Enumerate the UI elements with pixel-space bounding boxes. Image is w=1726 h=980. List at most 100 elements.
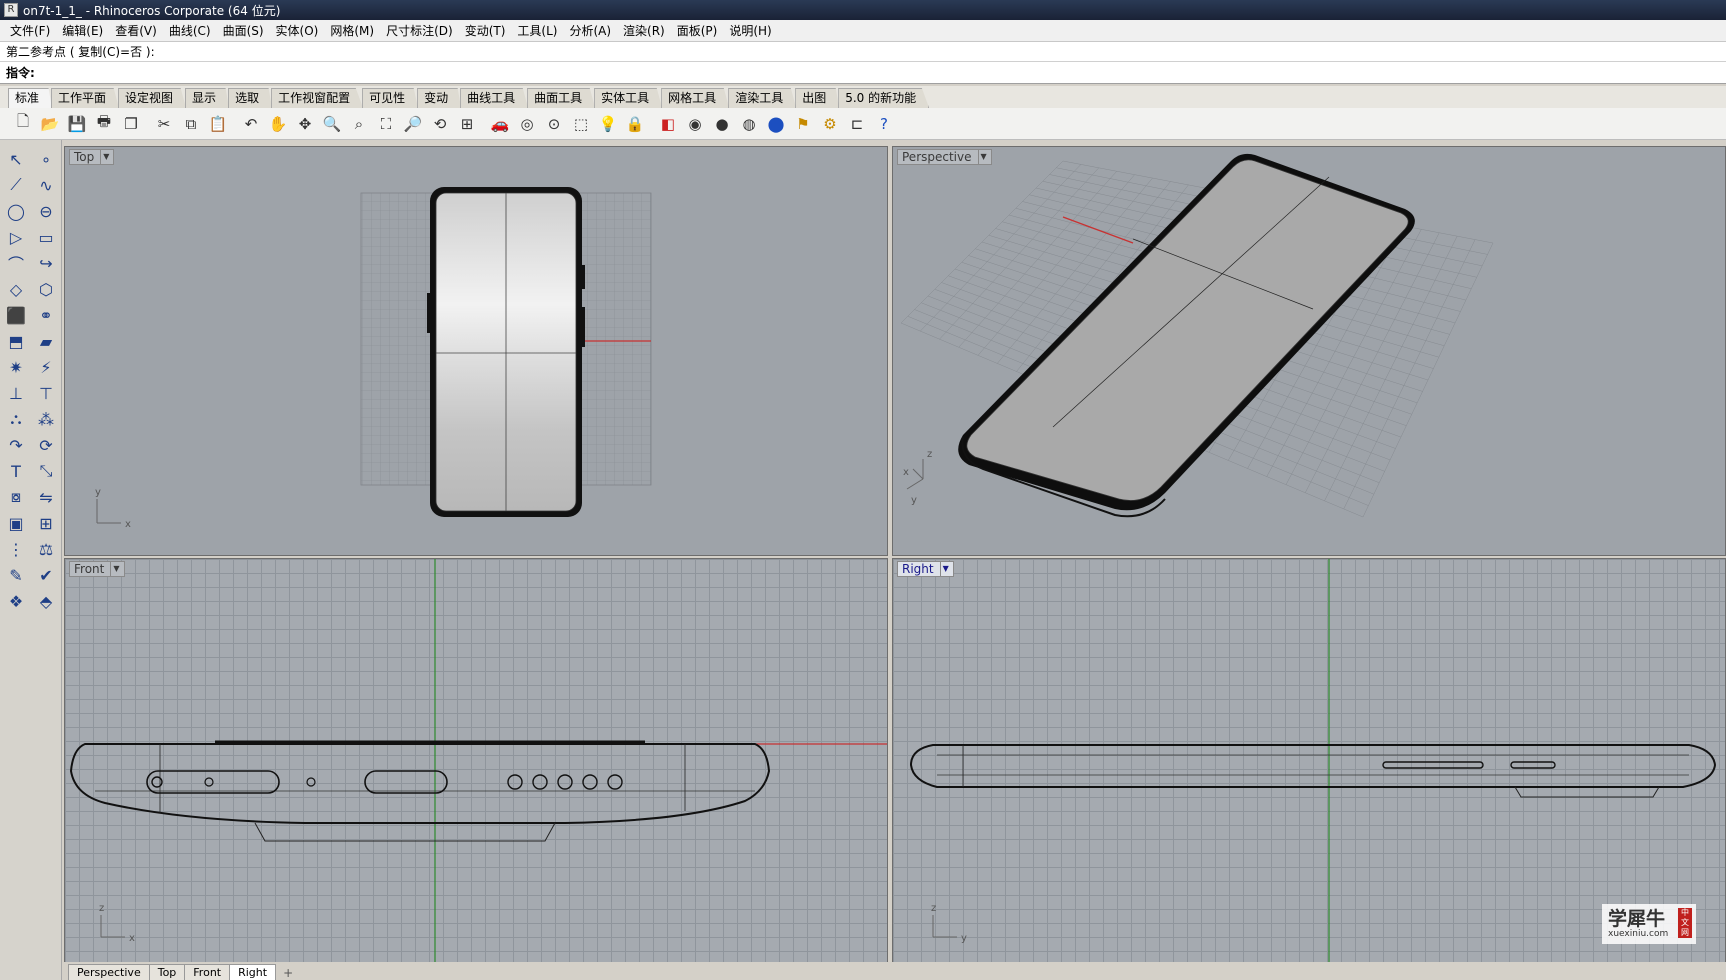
dimension-tool-icon[interactable]: ⊞ xyxy=(32,510,60,536)
new-file-icon[interactable]: 🗋 xyxy=(10,111,36,137)
ellipse-icon[interactable]: ⊖ xyxy=(32,198,60,224)
paint-icon[interactable]: ✎ xyxy=(2,562,30,588)
tab-viewport-layout[interactable]: 工作视窗配置 xyxy=(271,88,364,108)
menu-surface[interactable]: 曲面(S) xyxy=(217,22,270,39)
extrude-icon[interactable]: ⬒ xyxy=(2,328,30,354)
add-viewport-tab-icon[interactable]: + xyxy=(283,966,293,980)
viewport-top-label[interactable]: Top ▼ xyxy=(69,149,115,165)
plane-icon[interactable]: ▰ xyxy=(32,328,60,354)
copy-file-icon[interactable]: ❐ xyxy=(118,111,144,137)
menu-edit[interactable]: 编辑(E) xyxy=(56,22,109,39)
rendered-sphere-icon[interactable]: ◍ xyxy=(736,111,762,137)
point-icon[interactable]: ∘ xyxy=(32,146,60,172)
select-icon[interactable]: ⬚ xyxy=(568,111,594,137)
menu-panels[interactable]: 面板(P) xyxy=(671,22,724,39)
polyline-icon[interactable]: ⟋ xyxy=(2,172,30,198)
menu-transform[interactable]: 变动(T) xyxy=(459,22,512,39)
dropdown-caret-icon[interactable]: ▼ xyxy=(939,562,949,576)
menu-solid[interactable]: 实体(O) xyxy=(270,22,325,39)
car-icon[interactable]: 🚗 xyxy=(487,111,513,137)
solid-box-icon[interactable]: ▣ xyxy=(2,510,30,536)
tab-new-in-v5[interactable]: 5.0 的新功能 xyxy=(838,88,930,108)
box-icon[interactable]: ⬛ xyxy=(2,302,30,328)
tab-standard[interactable]: 标准 xyxy=(8,88,53,108)
pan-hand-icon[interactable]: ✋ xyxy=(265,111,291,137)
analysis-icon[interactable]: ⚖ xyxy=(32,536,60,562)
ungroup-icon[interactable]: ⁂ xyxy=(32,406,60,432)
viewport-front-label[interactable]: Front ▼ xyxy=(69,561,125,577)
menu-render[interactable]: 渲染(R) xyxy=(617,22,671,39)
viewport-right[interactable]: Right ▼ z y xyxy=(892,558,1726,968)
array-icon[interactable]: ⧇ xyxy=(2,484,30,510)
curve-icon[interactable]: ∿ xyxy=(32,172,60,198)
polygon-icon[interactable]: ▷ xyxy=(2,224,30,250)
tab-display[interactable]: 显示 xyxy=(185,88,230,108)
lock-icon[interactable]: 🔒 xyxy=(622,111,648,137)
fillet-icon[interactable]: ↪ xyxy=(32,250,60,276)
viewport-perspective[interactable]: Perspective ▼ z x y xyxy=(892,146,1726,556)
grid-snap-icon[interactable]: ◎ xyxy=(514,111,540,137)
command-input[interactable] xyxy=(38,62,1726,83)
viewport-tab-top[interactable]: Top xyxy=(148,964,186,980)
menu-analyze[interactable]: 分析(A) xyxy=(563,22,617,39)
viewport-tab-right[interactable]: Right xyxy=(229,964,277,980)
zoom-window-icon[interactable]: ⌕ xyxy=(346,111,372,137)
flag-icon[interactable]: ⚑ xyxy=(790,111,816,137)
mirror-icon[interactable]: ⇋ xyxy=(32,484,60,510)
trim-icon[interactable]: ⊥ xyxy=(2,380,30,406)
rotate-3d-icon[interactable]: ⟳ xyxy=(32,432,60,458)
tab-drafting[interactable]: 出图 xyxy=(795,88,840,108)
arc-icon[interactable]: ⌒ xyxy=(2,250,30,276)
tab-curve-tools[interactable]: 曲线工具 xyxy=(460,88,529,108)
copy-icon[interactable]: ⧉ xyxy=(178,111,204,137)
menu-tools[interactable]: 工具(L) xyxy=(511,22,563,39)
split-icon[interactable]: ⊤ xyxy=(32,380,60,406)
group-icon[interactable]: ⛬ xyxy=(2,406,30,432)
viewport-right-label[interactable]: Right ▼ xyxy=(897,561,954,577)
menu-mesh[interactable]: 网格(M) xyxy=(324,22,380,39)
undo-icon[interactable]: ↶ xyxy=(238,111,264,137)
viewport-front[interactable]: Front ▼ z x xyxy=(64,558,888,968)
mesh-grid-icon[interactable]: ⋮ xyxy=(2,536,30,562)
viewport-tab-perspective[interactable]: Perspective xyxy=(68,964,150,980)
lightning-icon[interactable]: ⚡ xyxy=(32,354,60,380)
loft-icon[interactable]: ⬡ xyxy=(32,276,60,302)
dimension-icon[interactable]: ⊏ xyxy=(844,111,870,137)
tab-transform[interactable]: 变动 xyxy=(417,88,462,108)
tab-render-tools[interactable]: 渲染工具 xyxy=(728,88,797,108)
zoom-icon[interactable]: 🔍 xyxy=(319,111,345,137)
zoom-extents-icon[interactable]: ⛶ xyxy=(373,111,399,137)
layers-icon[interactable]: ◧ xyxy=(655,111,681,137)
move-view-icon[interactable]: ✥ xyxy=(292,111,318,137)
explode-icon[interactable]: ✷ xyxy=(2,354,30,380)
dropdown-caret-icon[interactable]: ▼ xyxy=(977,150,987,164)
menu-curve[interactable]: 曲线(C) xyxy=(163,22,217,39)
menu-help[interactable]: 说明(H) xyxy=(723,22,777,39)
tab-visibility[interactable]: 可见性 xyxy=(362,88,419,108)
surface-icon[interactable]: ◇ xyxy=(2,276,30,302)
text-icon[interactable]: T xyxy=(2,458,30,484)
tab-mesh-tools[interactable]: 网格工具 xyxy=(661,88,730,108)
menu-dimension[interactable]: 尺寸标注(D) xyxy=(380,22,459,39)
rotate-view-icon[interactable]: ⟲ xyxy=(427,111,453,137)
select-arrow-icon[interactable]: ↖ xyxy=(2,146,30,172)
tab-surface-tools[interactable]: 曲面工具 xyxy=(527,88,596,108)
zoom-selected-icon[interactable]: 🔎 xyxy=(400,111,426,137)
viewport-top[interactable]: Top ▼ y x xyxy=(64,146,888,556)
save-icon[interactable]: 💾 xyxy=(64,111,90,137)
render-icon[interactable]: ❖ xyxy=(2,588,30,614)
print-icon[interactable]: 🖶 xyxy=(91,111,117,137)
menu-file[interactable]: 文件(F) xyxy=(4,22,56,39)
lightbulb-icon[interactable]: 💡 xyxy=(595,111,621,137)
tab-select[interactable]: 选取 xyxy=(228,88,273,108)
help-icon[interactable]: ? xyxy=(871,111,897,137)
viewport-tab-front[interactable]: Front xyxy=(184,964,231,980)
dropdown-caret-icon[interactable]: ▼ xyxy=(110,562,120,576)
color-wheel-icon[interactable]: ◉ xyxy=(682,111,708,137)
viewport-perspective-label[interactable]: Perspective ▼ xyxy=(897,149,992,165)
osnap-icon[interactable]: ⊙ xyxy=(541,111,567,137)
tab-set-view[interactable]: 设定视图 xyxy=(118,88,187,108)
open-folder-icon[interactable]: 📂 xyxy=(37,111,63,137)
check-icon[interactable]: ✔ xyxy=(32,562,60,588)
tab-cplanes[interactable]: 工作平面 xyxy=(51,88,120,108)
